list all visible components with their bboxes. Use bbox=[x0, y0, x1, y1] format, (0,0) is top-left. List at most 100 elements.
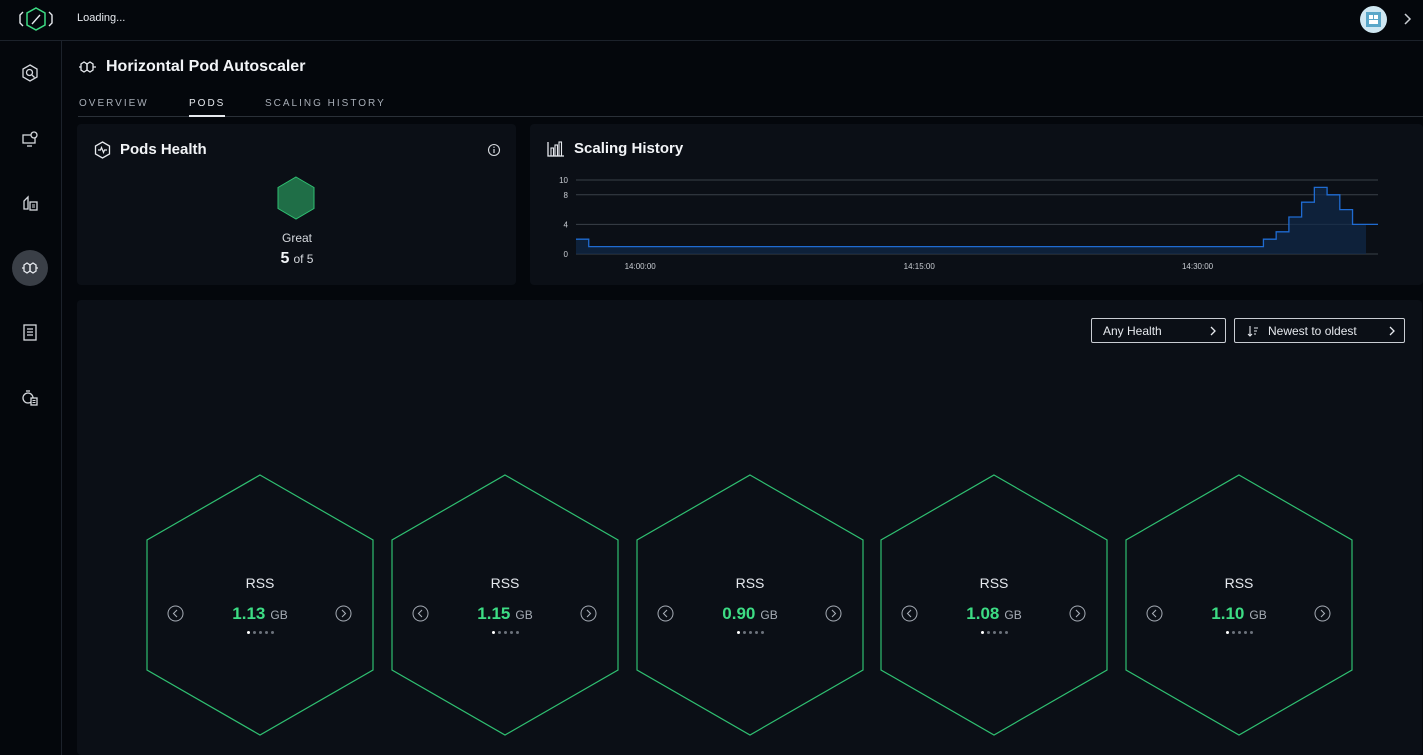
loading-status: Loading... bbox=[77, 12, 126, 24]
y-tick-label: 8 bbox=[564, 191, 569, 200]
timer-list-icon bbox=[22, 390, 38, 406]
pager-dot[interactable] bbox=[252, 631, 256, 634]
x-tick-label: 14:00:00 bbox=[625, 262, 657, 271]
pager-dot[interactable] bbox=[980, 631, 984, 634]
pod-metric-number: 1.15 bbox=[477, 604, 511, 623]
series-line bbox=[576, 186, 1378, 248]
sidebar-item-timer[interactable] bbox=[12, 380, 48, 416]
pod-card[interactable]: RSS 1.08 GB bbox=[880, 474, 1108, 736]
pod-metric-unit: GB bbox=[1249, 608, 1267, 622]
pod-metric-number: 0.90 bbox=[722, 604, 756, 623]
pod-metric-value: 1.15 GB bbox=[391, 604, 619, 624]
pager-dot[interactable] bbox=[986, 631, 990, 634]
pod-metric-label: RSS bbox=[1224, 575, 1254, 591]
health-hexagon-icon bbox=[277, 176, 315, 220]
pager-dot[interactable] bbox=[497, 631, 501, 634]
pager-dot[interactable] bbox=[748, 631, 752, 634]
pods-health-title: Pods Health bbox=[120, 141, 207, 158]
y-tick-label: 10 bbox=[559, 176, 568, 185]
sidebar-item-checklist[interactable] bbox=[12, 314, 48, 350]
pod-metric-label: RSS bbox=[490, 575, 520, 591]
sidebar bbox=[0, 41, 62, 755]
pod-card[interactable]: RSS 1.15 GB bbox=[391, 474, 619, 736]
pod-metric-pager[interactable] bbox=[636, 631, 864, 634]
user-avatar[interactable] bbox=[1360, 6, 1387, 33]
pod-metric-value: 1.10 GB bbox=[1125, 604, 1353, 624]
pager-dot[interactable] bbox=[998, 631, 1002, 634]
pager-dot[interactable] bbox=[1237, 631, 1241, 634]
info-icon[interactable] bbox=[487, 143, 501, 157]
chevron-right-icon[interactable] bbox=[1400, 10, 1416, 28]
sidebar-item-cluster[interactable] bbox=[12, 185, 48, 221]
pager-dot[interactable] bbox=[736, 631, 740, 634]
pager-dot[interactable] bbox=[760, 631, 764, 634]
pager-dot[interactable] bbox=[1249, 631, 1253, 634]
pod-metric-number: 1.13 bbox=[232, 604, 266, 623]
x-tick-label: 14:15:00 bbox=[904, 262, 936, 271]
health-filter-label: Any Health bbox=[1103, 323, 1162, 338]
tab-scaling-history[interactable]: SCALING HISTORY bbox=[265, 98, 386, 117]
app-logo[interactable] bbox=[18, 6, 54, 34]
y-tick-label: 0 bbox=[564, 250, 569, 259]
pager-dot[interactable] bbox=[509, 631, 513, 634]
healthy-count: 5 bbox=[280, 250, 290, 267]
pod-metric-unit: GB bbox=[760, 608, 778, 622]
pod-metric-unit: GB bbox=[515, 608, 533, 622]
pod-metric-value: 0.90 GB bbox=[636, 604, 864, 624]
pager-dot[interactable] bbox=[742, 631, 746, 634]
pager-dot[interactable] bbox=[264, 631, 268, 634]
avatar-pattern-icon bbox=[1366, 12, 1381, 27]
scaling-history-title: Scaling History bbox=[574, 140, 684, 157]
health-status-label: Great bbox=[281, 231, 312, 245]
cluster-list-icon bbox=[23, 195, 38, 211]
pager-dot[interactable] bbox=[515, 631, 519, 634]
pager-dot[interactable] bbox=[246, 631, 250, 634]
pod-metric-pager[interactable] bbox=[391, 631, 619, 634]
gear-search-icon bbox=[22, 64, 38, 82]
pager-dot[interactable] bbox=[270, 631, 274, 634]
bar-chart-icon bbox=[547, 141, 564, 157]
autoscaler-icon bbox=[22, 262, 38, 274]
pod-metric-number: 1.08 bbox=[966, 604, 1000, 623]
pager-dot[interactable] bbox=[1243, 631, 1247, 634]
tab-bar: OVERVIEW PODS SCALING HISTORY bbox=[78, 96, 1423, 117]
tab-overview[interactable]: OVERVIEW bbox=[79, 98, 149, 117]
pager-dot[interactable] bbox=[491, 631, 495, 634]
sidebar-item-gear-search[interactable] bbox=[12, 55, 48, 91]
chevron-right-icon bbox=[1389, 326, 1395, 336]
pod-card[interactable]: RSS 1.13 GB bbox=[146, 474, 374, 736]
pod-metric-label: RSS bbox=[735, 575, 765, 591]
pod-card[interactable]: RSS 0.90 GB bbox=[636, 474, 864, 736]
health-pulse-icon bbox=[94, 141, 111, 159]
sidebar-item-monitor[interactable] bbox=[12, 121, 48, 157]
pod-card[interactable]: RSS 1.10 GB bbox=[1125, 474, 1353, 736]
monitor-gear-icon bbox=[22, 131, 38, 147]
pod-metric-pager[interactable] bbox=[1125, 631, 1353, 634]
pod-metric-pager[interactable] bbox=[146, 631, 374, 634]
series-area bbox=[576, 187, 1378, 254]
pod-metric-label: RSS bbox=[245, 575, 275, 591]
pod-metric-value: 1.08 GB bbox=[880, 604, 1108, 624]
pager-dot[interactable] bbox=[1231, 631, 1235, 634]
y-tick-label: 4 bbox=[564, 220, 569, 229]
x-tick-label: 14:30:00 bbox=[1182, 262, 1214, 271]
sort-dropdown[interactable]: Newest to oldest bbox=[1234, 318, 1405, 343]
health-filter-dropdown[interactable]: Any Health bbox=[1091, 318, 1226, 343]
pager-dot[interactable] bbox=[1004, 631, 1008, 634]
total-count-label: of 5 bbox=[293, 252, 314, 266]
pod-metric-pager[interactable] bbox=[880, 631, 1108, 634]
scaling-history-chart: 10 8 4 0 14:00:00 14:15:00 14:30:00 bbox=[559, 176, 1378, 271]
pod-metric-label: RSS bbox=[979, 575, 1009, 591]
pager-dot[interactable] bbox=[258, 631, 262, 634]
pager-dot[interactable] bbox=[503, 631, 507, 634]
pod-metric-number: 1.10 bbox=[1211, 604, 1245, 623]
pager-dot[interactable] bbox=[754, 631, 758, 634]
chevron-right-icon bbox=[1210, 326, 1216, 336]
pager-dot[interactable] bbox=[992, 631, 996, 634]
tab-pods[interactable]: PODS bbox=[189, 98, 226, 117]
pod-metric-value: 1.13 GB bbox=[146, 604, 374, 624]
health-count: 5 of 5 bbox=[262, 250, 332, 268]
pager-dot[interactable] bbox=[1225, 631, 1229, 634]
sidebar-item-autoscaler[interactable] bbox=[12, 250, 48, 286]
page-header: Horizontal Pod Autoscaler bbox=[78, 58, 305, 76]
